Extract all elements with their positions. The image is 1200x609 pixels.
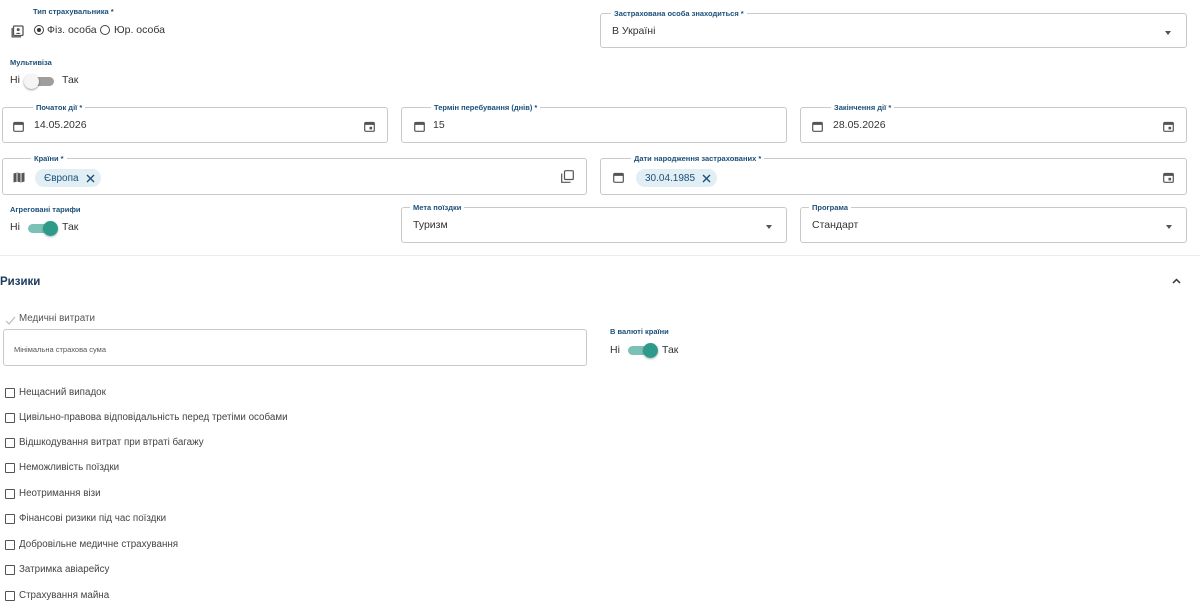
risks-title: Ризики [0,276,41,288]
check-icon[interactable] [4,314,16,326]
currency-on-label: Так [662,344,679,356]
trip-purpose-select[interactable]: Мета поїздки Туризм [401,203,787,243]
copy-icon[interactable] [561,170,574,183]
stay-term-label: Термін перебування (днів) * [431,103,541,112]
aggregated-tariffs-off-label: Ні [10,221,20,233]
calendar-icon [811,120,823,132]
risk-label: Добровільне медичне страхування [19,539,179,550]
start-date-value: 14.05.2026 [34,119,87,131]
multivisa-label: Мультивіза [10,58,52,67]
risk-checkbox[interactable] [5,463,15,473]
multivisa-off-label: Ні [10,74,20,86]
risk-label: Затримка авіарейсу [19,564,110,575]
countries-field[interactable]: Країни * Європа [2,154,587,195]
calendar-icon [612,171,624,183]
risk-checkbox[interactable] [5,489,15,499]
multivisa-toggle[interactable] [24,74,54,89]
risk-label: Страхування майна [19,590,110,601]
birth-date-chip-label: 30.04.1985 [645,172,696,184]
chevron-up-icon[interactable] [1169,275,1183,287]
program-label: Програма [809,203,852,212]
multivisa-on-label: Так [62,74,79,86]
start-date-field[interactable]: Початок дії * 14.05.2026 [2,103,388,143]
calendar-today-icon[interactable] [1162,120,1174,132]
insurer-type-label: Тип страхувальника * [33,7,114,16]
medical-expenses-label: Медичні витрати [19,313,95,324]
program-value: Стандарт [812,219,859,231]
close-icon[interactable] [86,174,95,183]
aggregated-tariffs-label: Агреговані тарифи [10,205,81,214]
birth-date-chip[interactable]: 30.04.1985 [636,169,718,187]
countries-label: Країни * [31,154,67,163]
insured-location-select[interactable]: Застрахована особа знаходиться * В Украї… [600,9,1187,48]
risk-checkbox[interactable] [5,413,15,423]
stay-term-field[interactable]: Термін перебування (днів) * 15 [401,103,787,143]
radio-individual-label: Фіз. особа [47,24,97,36]
radio-legal-entity-label: Юр. особа [114,24,165,36]
end-date-value: 28.05.2026 [833,119,886,131]
insured-location-label: Застрахована особа знаходиться * [611,9,747,18]
calendar-today-icon[interactable] [1162,171,1174,183]
birth-dates-label: Дати народження застрахованих * [631,154,765,163]
aggregated-tariffs-on-label: Так [62,221,79,233]
caret-down-icon [1165,31,1171,35]
aggregated-tariffs-toggle[interactable] [28,221,58,236]
currency-label: В валюті країни [610,327,669,336]
risk-label: Нещасний випадок [19,387,106,398]
risk-label: Фінансові ризики під час поїздки [19,513,167,524]
calendar-icon [12,120,24,132]
close-icon[interactable] [702,174,711,183]
risk-label: Неможливість поїздки [19,462,120,473]
trip-purpose-label: Мета поїздки [410,203,465,212]
caret-down-icon [1166,225,1172,229]
min-insured-sum-input[interactable]: Мінімальна страхова сума [3,329,587,366]
radio-legal-entity[interactable] [100,25,110,35]
currency-toggle[interactable] [628,343,658,358]
min-insured-sum-placeholder: Мінімальна страхова сума [14,345,106,354]
risk-checkbox[interactable] [5,388,15,398]
risk-checkbox[interactable] [5,514,15,524]
end-date-field[interactable]: Закінчення дії * 28.05.2026 [800,103,1187,143]
risk-checkbox[interactable] [5,438,15,448]
currency-off-label: Ні [610,344,620,356]
start-date-label: Початок дії * [33,103,86,112]
calendar-icon [413,120,425,132]
risk-label: Неотримання візи [19,488,101,499]
map-icon [12,171,25,183]
contact-card-icon [10,24,24,38]
risk-label: Відшкодування витрат при втраті багажу [19,437,204,448]
section-divider [0,255,1200,256]
radio-individual[interactable] [34,25,44,35]
caret-down-icon [766,225,772,229]
birth-dates-field[interactable]: Дати народження застрахованих * 30.04.19… [600,154,1187,195]
stay-term-value: 15 [433,119,445,131]
program-select[interactable]: Програма Стандарт [800,203,1187,243]
trip-purpose-value: Туризм [413,219,448,231]
country-chip-label: Європа [44,172,79,184]
risk-checkbox[interactable] [5,540,15,550]
risk-label: Цивільно-правова відповідальність перед … [19,412,288,423]
risk-checkbox[interactable] [5,591,15,601]
insured-location-value: В Україні [612,25,656,37]
risk-checkbox[interactable] [5,565,15,575]
end-date-label: Закінчення дії * [831,103,895,112]
country-chip[interactable]: Європа [35,169,101,187]
calendar-today-icon[interactable] [363,120,375,132]
